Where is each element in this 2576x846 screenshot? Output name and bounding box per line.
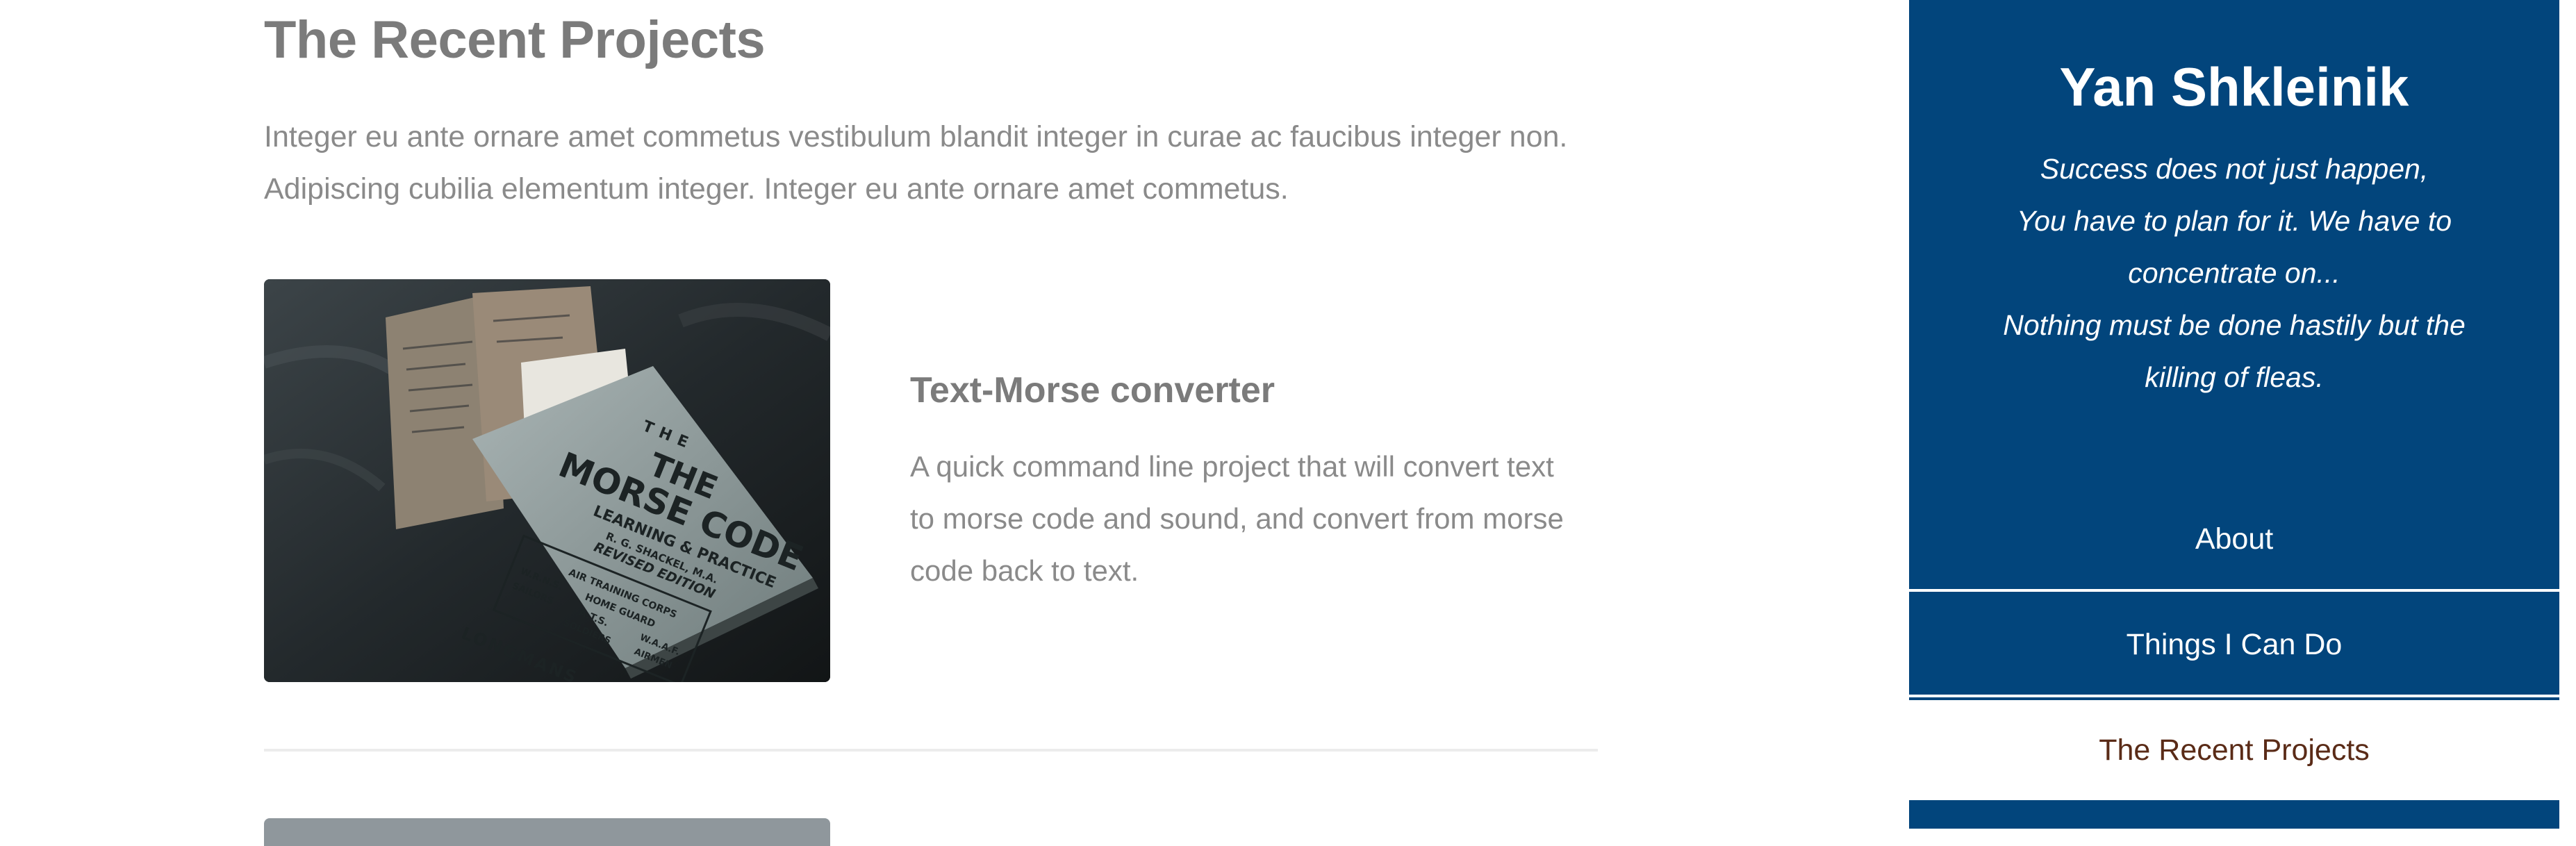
page-edge — [2559, 0, 2576, 829]
project-card: THE THE MORSE CODE LEARNING & PRACTICE R… — [264, 279, 1598, 682]
project-title[interactable]: Text-Morse converter — [910, 370, 1275, 411]
project-divider — [264, 749, 1598, 752]
intro-line-1: Integer eu ante ornare amet commetus ves… — [264, 120, 1568, 154]
author-quote: Success does not just happen, You have t… — [1958, 143, 2511, 404]
author-name: Yan Shkleinik — [2059, 56, 2409, 117]
nav-item-recent-projects[interactable]: The Recent Projects — [1909, 700, 2559, 800]
intro-line-2: Adipiscing cubilia elementum integer. In… — [264, 172, 1289, 206]
morse-code-book-illustration: THE THE MORSE CODE LEARNING & PRACTICE R… — [264, 279, 830, 682]
nav-divider — [1909, 695, 2559, 697]
quote-line-5: killing of fleas. — [2145, 361, 2324, 393]
quote-line-3: concentrate on... — [2128, 257, 2340, 289]
quote-line-4: Nothing must be done hastily but the — [2003, 309, 2466, 341]
project-image[interactable]: THE THE MORSE CODE LEARNING & PRACTICE R… — [264, 279, 830, 682]
page-title: The Recent Projects — [264, 10, 766, 69]
nav-item-about[interactable]: About — [1909, 489, 2559, 589]
next-project-image[interactable] — [264, 818, 830, 846]
quote-line-1: Success does not just happen, — [2040, 153, 2429, 185]
sidebar: Yan Shkleinik Success does not just happ… — [1909, 0, 2559, 829]
section-intro: Integer eu ante ornare amet commetus ves… — [264, 111, 1584, 215]
quote-line-2: You have to plan for it. We have to — [2016, 205, 2452, 237]
nav-divider — [1909, 589, 2559, 592]
main-content: The Recent Projects Integer eu ante orna… — [264, 0, 1598, 846]
project-description: A quick command line project that will c… — [910, 450, 1564, 587]
nav-item-things-i-can-do[interactable]: Things I Can Do — [1909, 595, 2559, 695]
